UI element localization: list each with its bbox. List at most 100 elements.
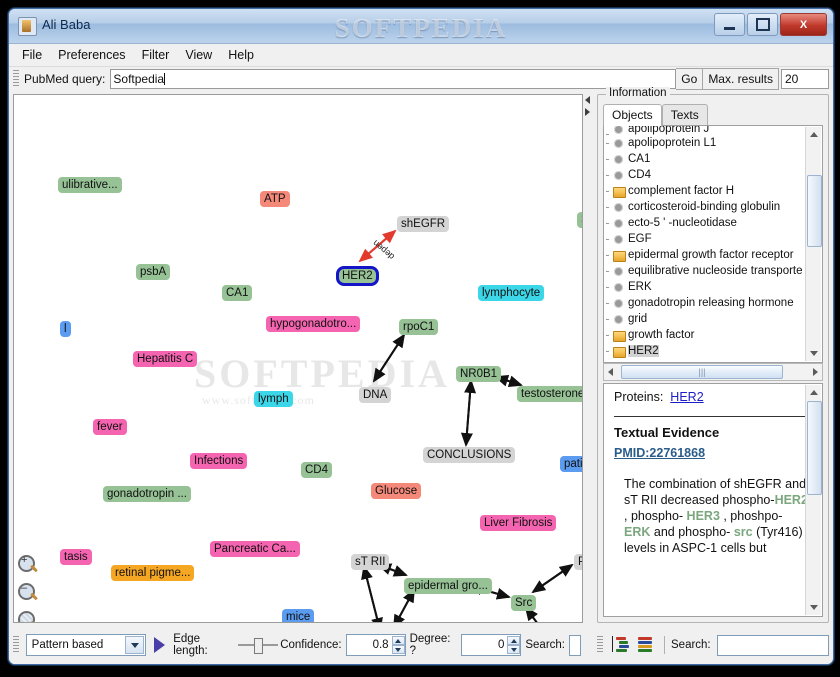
graph-node[interactable]: Liver Fibrosis	[480, 515, 557, 531]
degree-down-icon[interactable]	[507, 645, 521, 654]
detail-scroll-down-button[interactable]	[806, 600, 821, 615]
confidence-value[interactable]: 0.8	[347, 639, 392, 651]
object-list-item[interactable]: CD4	[604, 167, 805, 183]
info-toolbar-grip[interactable]	[597, 636, 603, 654]
splitter-collapse-left-icon[interactable]	[585, 96, 590, 104]
graph-node[interactable]: NR0B1	[456, 366, 502, 382]
layout-combobox[interactable]: Pattern based	[25, 634, 147, 656]
menu-item-filter[interactable]: Filter	[135, 46, 177, 64]
menu-item-help[interactable]: Help	[221, 46, 261, 64]
confidence-spinner[interactable]: 0.8	[345, 634, 406, 656]
toolbar-grip[interactable]	[13, 70, 19, 88]
objects-list-hscrollbar[interactable]: |||	[603, 363, 823, 381]
scroll-thumb[interactable]	[807, 175, 822, 247]
object-list-item[interactable]: ecto-5 ' -nucleotidase	[604, 215, 805, 231]
graph-node[interactable]: gonadotropin ...	[103, 486, 191, 502]
graph-node[interactable]: Src	[511, 595, 537, 611]
graph-node[interactable]: Hepatitis C	[133, 351, 198, 367]
graph-node[interactable]: rpoC1	[399, 319, 439, 335]
zoom-out-button[interactable]: –	[18, 582, 38, 603]
graph-node[interactable]: fever	[93, 419, 127, 435]
object-list-item[interactable]: equilibrative nucleoside transporte	[604, 263, 805, 279]
object-list-item[interactable]: apolipoprotein J	[604, 126, 805, 135]
tree-view-icon[interactable]	[612, 636, 632, 654]
protein-link-her2[interactable]: HER2	[670, 390, 703, 404]
graph-node[interactable]: tasis	[60, 549, 92, 565]
object-list-item[interactable]: epidermal growth factor receptor	[604, 247, 805, 263]
graph-node[interactable]: l	[60, 321, 71, 337]
graph-node[interactable]: sT RII	[351, 554, 390, 570]
graph-node[interactable]: PDA	[574, 554, 582, 570]
pubmed-query-input[interactable]: Softpedia	[110, 69, 677, 89]
degree-value[interactable]: 0	[462, 639, 507, 651]
graph-canvas[interactable]: SOFTPEDIA www.softpedia.com	[13, 94, 583, 623]
graph-node[interactable]: ATP	[260, 191, 290, 207]
detail-scroll-thumb[interactable]	[807, 401, 822, 495]
graph-node[interactable]: testosterone	[517, 386, 582, 402]
menu-item-preferences[interactable]: Preferences	[51, 46, 132, 64]
object-list-item[interactable]: grid	[604, 311, 805, 327]
object-list-item[interactable]: complement factor H	[604, 183, 805, 199]
zoom-in-button[interactable]: +	[18, 554, 38, 575]
scroll-down-button[interactable]	[806, 346, 821, 361]
object-list-item[interactable]: ERK	[604, 279, 805, 295]
list-view-icon[interactable]	[638, 636, 658, 654]
graph-node[interactable]: HER2	[336, 266, 379, 286]
scroll-up-button[interactable]	[806, 127, 821, 142]
go-button[interactable]: Go	[676, 68, 704, 90]
confidence-up-icon[interactable]	[391, 636, 405, 645]
graph-node[interactable]: DNA	[359, 387, 392, 403]
object-list-item[interactable]: apolipoprotein L1	[604, 135, 805, 151]
graph-toolbar-grip[interactable]	[13, 636, 19, 654]
graph-node[interactable]: patient	[560, 456, 582, 472]
detail-scrollbar[interactable]	[805, 385, 822, 615]
object-list-item[interactable]: growth factor	[604, 327, 805, 343]
graph-node[interactable]: retinal pigme...	[111, 565, 195, 581]
objects-list-scrollbar[interactable]	[805, 127, 822, 361]
degree-up-icon[interactable]	[507, 636, 521, 645]
max-results-input[interactable]: 20	[781, 69, 829, 89]
object-list-item[interactable]: CA1	[604, 151, 805, 167]
hscroll-right-icon[interactable]	[813, 368, 818, 376]
close-button[interactable]: X	[780, 13, 827, 36]
graph-node[interactable]: shEGFR	[397, 216, 450, 232]
minimize-button[interactable]	[714, 13, 745, 36]
graph-search-input[interactable]	[569, 634, 581, 656]
graph-node[interactable]: Pancreatic Ca...	[210, 541, 300, 557]
graph-node[interactable]: epidermal gro...	[404, 578, 492, 594]
graph-node[interactable]: mice	[282, 609, 315, 622]
detail-scroll-up-button[interactable]	[806, 385, 821, 400]
confidence-down-icon[interactable]	[391, 645, 405, 654]
objects-list[interactable]: apolipoprotein J apolipoprotein L1 CA1 CD4 c…	[603, 125, 823, 363]
degree-spinner[interactable]: 0	[461, 634, 522, 656]
object-list-item[interactable]: corticosteroid-binding globulin	[604, 199, 805, 215]
graph-node[interactable]: CA1	[222, 285, 253, 301]
object-list-item[interactable]: HER2	[604, 343, 805, 359]
maximize-button[interactable]	[747, 13, 778, 36]
graph-node[interactable]: psbA	[136, 264, 171, 280]
graph-node[interactable]: CD4	[301, 462, 333, 478]
graph-node[interactable]: lymph	[254, 391, 293, 407]
play-button[interactable]	[154, 637, 166, 653]
info-search-input[interactable]	[716, 634, 829, 656]
graph-node[interactable]: hypogonadotro...	[266, 316, 361, 332]
detail-pane[interactable]: Proteins: HER2 Textual Evidence PMID:227…	[603, 383, 823, 617]
menu-item-view[interactable]: View	[178, 46, 219, 64]
hscroll-left-icon[interactable]	[608, 368, 613, 376]
graph-node[interactable]: ulibrative...	[58, 177, 122, 193]
pmid-link[interactable]: PMID:22761868	[604, 444, 822, 466]
graph-node[interactable]: Infections	[190, 453, 248, 469]
zoom-fit-button[interactable]	[18, 611, 38, 622]
pane-splitter[interactable]	[583, 94, 595, 623]
object-list-item[interactable]: EGF	[604, 231, 805, 247]
graph-node[interactable]: Glucose	[371, 483, 422, 499]
menu-item-file[interactable]: File	[15, 46, 49, 64]
object-list-item[interactable]: gonadotropin releasing hormone	[604, 295, 805, 311]
graph-node[interactable]: lymphocyte	[478, 285, 545, 301]
hscroll-thumb[interactable]: |||	[621, 365, 783, 379]
graph-node[interactable]: CONCLUSIONS	[423, 447, 516, 463]
chevron-down-icon[interactable]	[125, 636, 145, 654]
tab-objects[interactable]: Objects	[603, 104, 662, 126]
tab-texts[interactable]: Texts	[661, 104, 708, 126]
edge-length-slider[interactable]	[238, 637, 279, 654]
